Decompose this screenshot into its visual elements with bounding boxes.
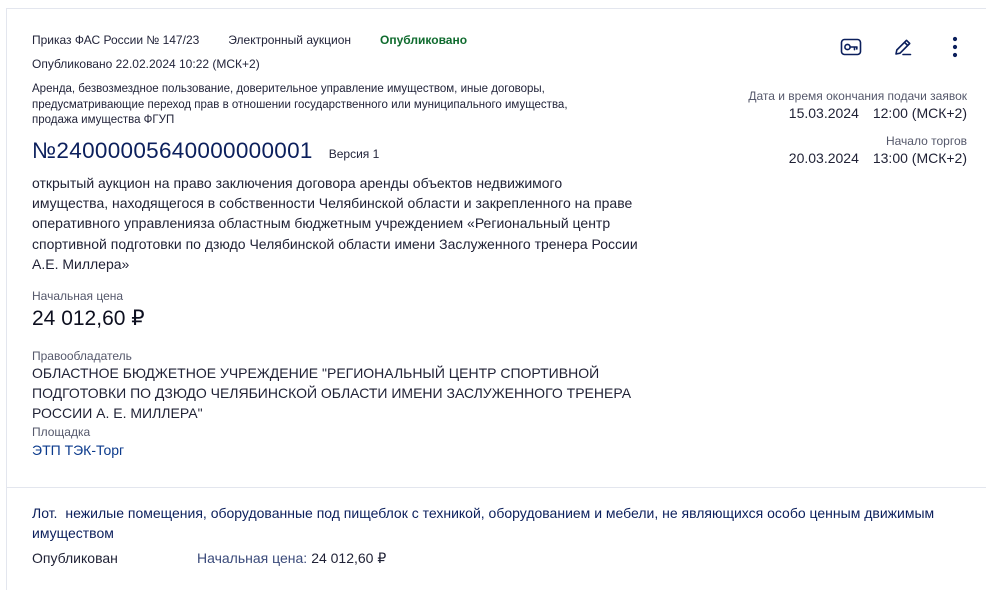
trading-start-date: 20.03.2024 <box>788 150 859 166</box>
application-end-value: 15.03.2024 12:00 (МСК+2) <box>748 105 967 121</box>
price-block: Начальная цена 24 012,60 ₽ <box>32 289 145 331</box>
lot-status: Опубликован <box>32 550 118 566</box>
lot-prefix: Лот. <box>32 505 58 521</box>
lot-price-value: 24 012,60 ₽ <box>311 550 387 566</box>
published-date: Опубликовано 22.02.2024 10:22 (МСК+2) <box>32 57 260 71</box>
lot-number[interactable]: №24000005640000000001 <box>32 138 313 164</box>
application-end-label: Дата и время окончания подачи заявок <box>748 89 967 103</box>
section-divider <box>7 487 986 488</box>
platform-block: Площадка ЭТП ТЭК-Торг <box>32 425 124 458</box>
edit-icon[interactable] <box>889 33 917 61</box>
order-reference: Приказ ФАС России № 147/23 <box>32 33 200 47</box>
rightholder-name: ОБЛАСТНОЕ БЮДЖЕТНОЕ УЧРЕЖДЕНИЕ "РЕГИОНАЛ… <box>32 365 632 421</box>
auction-description: открытый аукцион на право заключения дог… <box>32 175 638 272</box>
lot-price-label: Начальная цена: <box>197 550 308 566</box>
action-icons <box>813 33 969 61</box>
lot-item[interactable]: Лот. нежилые помещения, оборудованные под… <box>32 503 972 543</box>
auction-type: Электронный аукцион <box>228 33 352 47</box>
lot-number-row: №24000005640000000001 Версия 1 <box>32 138 379 164</box>
lot-footer: Опубликован Начальная цена: 24 012,60 ₽ <box>32 550 386 567</box>
more-vertical-icon[interactable] <box>941 33 969 61</box>
status-badge: Опубликовано <box>380 33 468 47</box>
category-text: Аренда, безвозмездное пользование, довер… <box>32 83 568 126</box>
price-value: 24 012,60 ₽ <box>32 307 145 330</box>
trading-start-time: 13:00 (МСК+2) <box>872 150 967 166</box>
version-label: Версия 1 <box>328 147 380 161</box>
trading-start-value: 20.03.2024 13:00 (МСК+2) <box>748 150 967 166</box>
platform-link[interactable]: ЭТП ТЭК-Торг <box>32 442 124 458</box>
dates-block: Дата и время окончания подачи заявок 15.… <box>748 89 967 166</box>
lot-description: нежилые помещения, оборудованные под пищ… <box>32 505 935 541</box>
trading-start-label: Начало торгов <box>885 134 967 148</box>
rightholder-block: Правообладатель ОБЛАСТНОЕ БЮДЖЕТНОЕ УЧРЕ… <box>32 349 652 423</box>
application-end-date: 15.03.2024 <box>788 105 859 121</box>
platform-label: Площадка <box>32 425 91 439</box>
auction-card[interactable]: Приказ ФАС России № 147/23 Электронный а… <box>6 8 986 590</box>
key-icon[interactable] <box>837 33 865 61</box>
application-end-time: 12:00 (МСК+2) <box>872 105 967 121</box>
auction-main-section: Приказ ФАС России № 147/23 Электронный а… <box>7 9 986 487</box>
meta-row: Приказ ФАС России № 147/23 Электронный а… <box>32 33 467 47</box>
rightholder-label: Правообладатель <box>32 349 132 363</box>
price-label: Начальная цена <box>32 289 124 303</box>
